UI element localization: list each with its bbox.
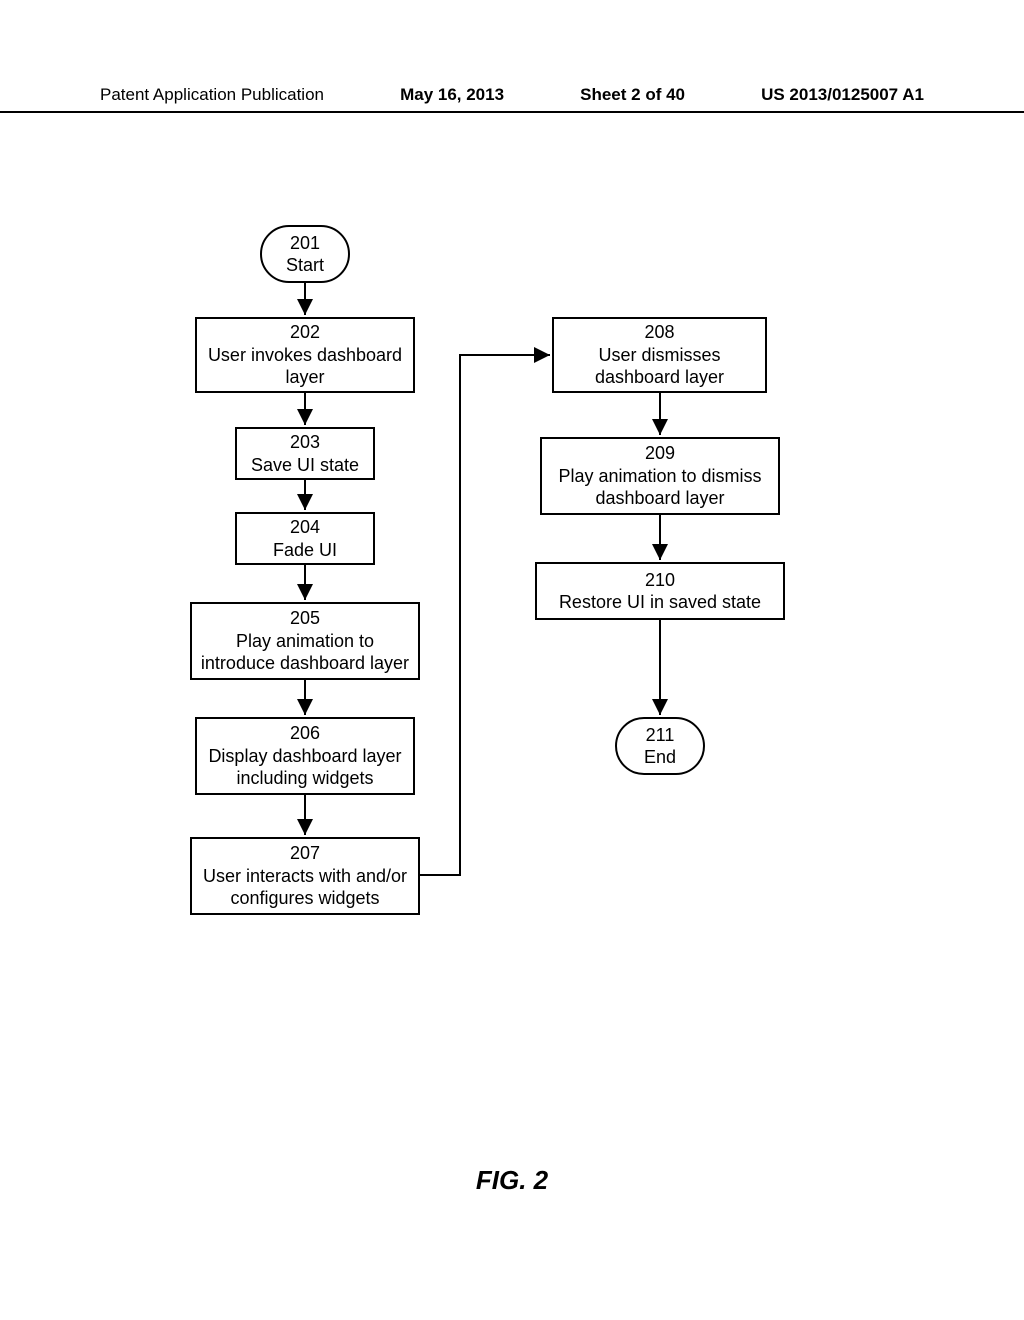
node-number: 208 <box>644 321 674 344</box>
node-number: 204 <box>290 516 320 539</box>
header-pubno: US 2013/0125007 A1 <box>761 85 924 105</box>
node-text: Display dashboard layer including widget… <box>203 745 407 790</box>
node-text: User invokes dashboard layer <box>203 344 407 389</box>
node-number: 203 <box>290 431 320 454</box>
node-206: 206 Display dashboard layer including wi… <box>195 717 415 795</box>
node-number: 205 <box>290 607 320 630</box>
node-number: 202 <box>290 321 320 344</box>
node-number: 209 <box>645 442 675 465</box>
node-209: 209 Play animation to dismiss dashboard … <box>540 437 780 515</box>
header-date: May 16, 2013 <box>400 85 504 105</box>
node-204: 204 Fade UI <box>235 512 375 565</box>
node-208: 208 User dismisses dashboard layer <box>552 317 767 393</box>
node-text: User interacts with and/or configures wi… <box>198 865 412 910</box>
node-text: Save UI state <box>251 454 359 477</box>
figure-label: FIG. 2 <box>0 1165 1024 1196</box>
node-number: 211 <box>646 724 675 747</box>
node-211-end: 211 End <box>615 717 705 775</box>
node-text: Restore UI in saved state <box>559 591 761 614</box>
node-number: 206 <box>290 722 320 745</box>
header-publication: Patent Application Publication <box>100 85 324 105</box>
page-header: Patent Application Publication May 16, 2… <box>0 85 1024 113</box>
node-text: Start <box>286 254 324 277</box>
node-text: User dismisses dashboard layer <box>560 344 759 389</box>
header-sheet: Sheet 2 of 40 <box>580 85 685 105</box>
node-210: 210 Restore UI in saved state <box>535 562 785 620</box>
node-text: Fade UI <box>273 539 337 562</box>
node-number: 201 <box>290 232 320 255</box>
node-201-start: 201 Start <box>260 225 350 283</box>
node-number: 207 <box>290 842 320 865</box>
node-205: 205 Play animation to introduce dashboar… <box>190 602 420 680</box>
node-203: 203 Save UI state <box>235 427 375 480</box>
node-text: Play animation to introduce dashboard la… <box>198 630 412 675</box>
node-202: 202 User invokes dashboard layer <box>195 317 415 393</box>
node-207: 207 User interacts with and/or configure… <box>190 837 420 915</box>
node-text: End <box>644 746 676 769</box>
node-number: 210 <box>645 569 675 592</box>
node-text: Play animation to dismiss dashboard laye… <box>548 465 772 510</box>
